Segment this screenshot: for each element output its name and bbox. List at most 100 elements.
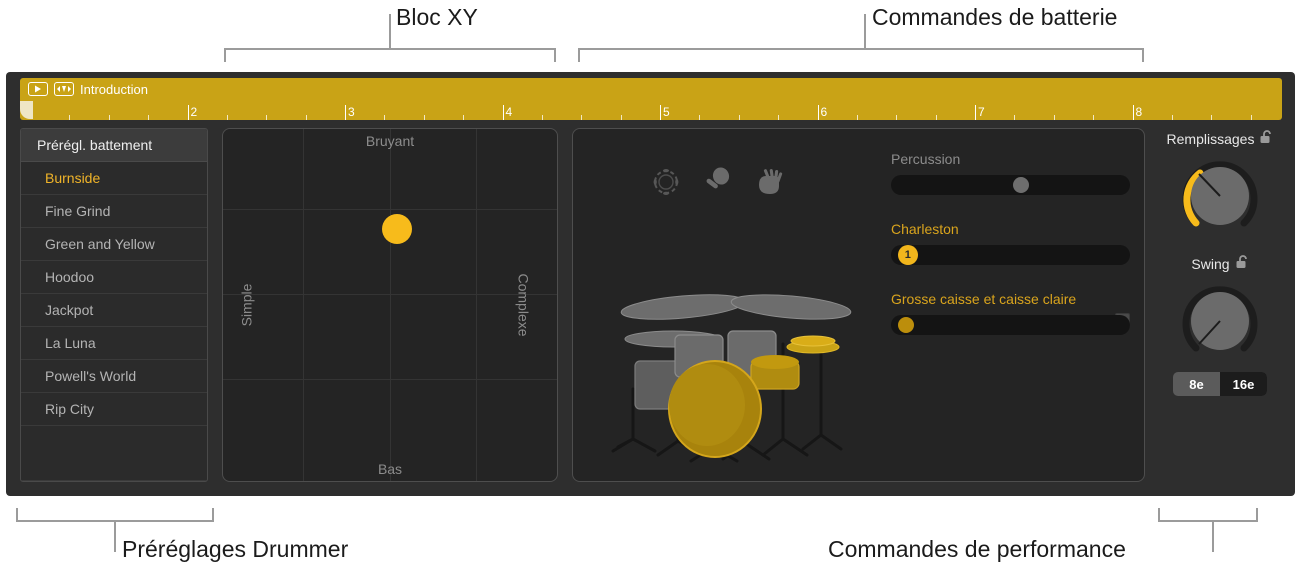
preset-item[interactable]: Powell's World bbox=[21, 360, 207, 393]
ruler-beat-mark bbox=[1250, 115, 1252, 120]
ruler-beat-mark bbox=[384, 115, 386, 120]
ruler-beat-mark bbox=[463, 115, 465, 120]
ruler-bar-number: 5 bbox=[663, 105, 670, 119]
drummer-presets-panel: Prérégl. battement Burnside Fine Grind Gre… bbox=[20, 128, 208, 482]
preset-item[interactable]: Rip City bbox=[21, 393, 207, 426]
slider-label-charleston: Charleston bbox=[891, 221, 959, 237]
segment-8e[interactable]: 8e bbox=[1173, 372, 1220, 396]
slider-label-kick-snare: Grosse caisse et caisse claire bbox=[891, 291, 1077, 307]
fills-knob[interactable] bbox=[1179, 155, 1261, 237]
slider-label-percussion: Percussion bbox=[891, 151, 961, 167]
ruler-beat-mark bbox=[148, 115, 150, 120]
callout-label-performance: Commandes de performance bbox=[828, 536, 1126, 562]
callout-stem-bloc-xy bbox=[389, 14, 391, 50]
play-icon[interactable] bbox=[28, 82, 48, 96]
slider-handle-percussion[interactable] bbox=[1012, 177, 1029, 193]
segment-16e[interactable]: 16e bbox=[1220, 372, 1267, 396]
preset-item[interactable]: Green and Yellow bbox=[21, 228, 207, 261]
slider-group-kick-snare: Grosse caisse et caisse claireSuivre bbox=[891, 291, 1130, 335]
xy-gridline bbox=[223, 294, 557, 295]
preset-item[interactable]: Fine Grind bbox=[21, 195, 207, 228]
ruler-beat-mark bbox=[1014, 115, 1016, 120]
ruler-bar-mark bbox=[345, 105, 346, 120]
slider-group-charleston: Charleston 1 bbox=[891, 221, 1130, 265]
ruler-beat-mark bbox=[620, 115, 622, 120]
preset-item[interactable]: Burnside bbox=[21, 162, 207, 195]
slider-handle-charleston[interactable]: 1 bbox=[897, 245, 918, 265]
callout-bracket-drum-controls bbox=[578, 48, 1144, 62]
xy-label-complex: Complexe bbox=[515, 273, 532, 337]
region-name-label: Introduction bbox=[80, 81, 148, 97]
ruler-beat-mark bbox=[699, 115, 701, 120]
fills-knob-label: Remplissages bbox=[1166, 130, 1255, 147]
callout-label-presets: Préréglages Drummer bbox=[122, 536, 349, 562]
ruler-bar-mark bbox=[660, 105, 661, 120]
presets-list[interactable]: Burnside Fine Grind Green and Yellow Hoodoo… bbox=[21, 162, 207, 426]
ruler-beat-mark bbox=[935, 115, 937, 120]
callout-stem-drum-controls bbox=[864, 14, 866, 50]
callout-bracket-presets bbox=[16, 508, 214, 522]
slider-track-kick-snare[interactable] bbox=[891, 315, 1130, 335]
unlocked-padlock-icon[interactable] bbox=[1260, 130, 1273, 147]
ruler-beat-mark bbox=[1093, 115, 1095, 120]
drummer-region-icon[interactable] bbox=[54, 82, 74, 96]
ruler-bar-number: 6 bbox=[820, 105, 828, 119]
swing-knob-title: Swing bbox=[1191, 255, 1248, 272]
xy-gridline bbox=[476, 129, 477, 481]
xy-label-soft: Bas bbox=[377, 461, 403, 477]
ruler-beat-mark bbox=[541, 115, 543, 120]
slider-track-percussion[interactable] bbox=[891, 175, 1130, 195]
presets-header-label: Prérégl. battement bbox=[21, 129, 207, 162]
region-title-bar: Introduction bbox=[20, 78, 148, 100]
callout-bracket-performance bbox=[1158, 508, 1258, 522]
xy-puck-handle[interactable] bbox=[381, 214, 412, 245]
ruler-beat-mark bbox=[1171, 115, 1173, 120]
ruler-beat-mark bbox=[423, 115, 425, 120]
region-ruler-strip[interactable]: Introduction 2 3 4 5 6 7 8 bbox=[20, 78, 1282, 120]
bar-ruler[interactable]: 2 3 4 5 6 7 8 bbox=[20, 100, 1282, 120]
ruler-beat-mark bbox=[69, 115, 71, 120]
callout-label-drum-controls: Commandes de batterie bbox=[872, 4, 1118, 30]
ruler-beat-mark bbox=[581, 115, 583, 120]
preset-item[interactable]: Jackpot bbox=[21, 294, 207, 327]
xy-label-simple: Simple bbox=[238, 283, 255, 327]
ruler-beat-mark bbox=[108, 115, 110, 120]
slider-track-charleston[interactable]: 1 bbox=[891, 245, 1130, 265]
ruler-bar-mark bbox=[975, 105, 976, 120]
ruler-bar-number: 3 bbox=[348, 105, 355, 119]
slider-handle-kick-snare[interactable] bbox=[897, 317, 914, 333]
swing-division-segmented-control[interactable]: 8e 16e bbox=[1173, 372, 1267, 396]
drum-kit-illustration[interactable] bbox=[573, 129, 873, 481]
callout-stem-presets bbox=[114, 522, 116, 552]
fills-knob-title: Remplissages bbox=[1167, 130, 1274, 147]
drum-controls-sliders: Percussion Charleston 1 Grosse caisse et ca… bbox=[873, 129, 1144, 481]
ruler-bar-mark bbox=[502, 105, 504, 120]
ruler-beat-mark bbox=[778, 115, 780, 120]
callout-stem-performance bbox=[1212, 522, 1214, 552]
xy-label-loud: Bruyant bbox=[365, 133, 415, 149]
ruler-beat-mark bbox=[738, 115, 740, 120]
callout-label-bloc-xy: Bloc XY bbox=[396, 4, 478, 30]
ruler-beat-mark bbox=[896, 115, 898, 120]
swing-knob-label: Swing bbox=[1191, 255, 1230, 272]
ruler-beat-mark bbox=[856, 115, 858, 120]
preset-item[interactable]: La Luna bbox=[21, 327, 207, 360]
swing-knob[interactable] bbox=[1179, 280, 1261, 362]
ruler-bar-number: 8 bbox=[1135, 105, 1143, 119]
ruler-beat-mark bbox=[1211, 115, 1213, 120]
xy-gridline bbox=[223, 379, 557, 380]
unlocked-padlock-icon[interactable] bbox=[1236, 255, 1249, 272]
callout-bracket-bloc-xy bbox=[224, 48, 556, 62]
slider-group-percussion: Percussion bbox=[891, 151, 1130, 195]
ruler-bar-mark bbox=[1132, 105, 1134, 120]
xy-pad[interactable]: Bruyant Bas Simple Complexe bbox=[222, 128, 558, 482]
performance-controls-panel: Remplissages Swing 8e 16e bbox=[1159, 128, 1281, 482]
preset-item[interactable]: Hoodoo bbox=[21, 261, 207, 294]
ruler-bar-mark bbox=[817, 105, 819, 120]
ruler-bar-number: 4 bbox=[505, 105, 513, 119]
ruler-beat-mark bbox=[305, 115, 307, 120]
ruler-beat-mark bbox=[266, 115, 268, 120]
drum-kit-panel: Percussion Charleston 1 Grosse caisse et ca… bbox=[572, 128, 1145, 482]
drummer-editor-window: Introduction 2 3 4 5 6 7 8 Prérégl. battement … bbox=[6, 72, 1295, 496]
xy-gridline bbox=[223, 209, 557, 210]
